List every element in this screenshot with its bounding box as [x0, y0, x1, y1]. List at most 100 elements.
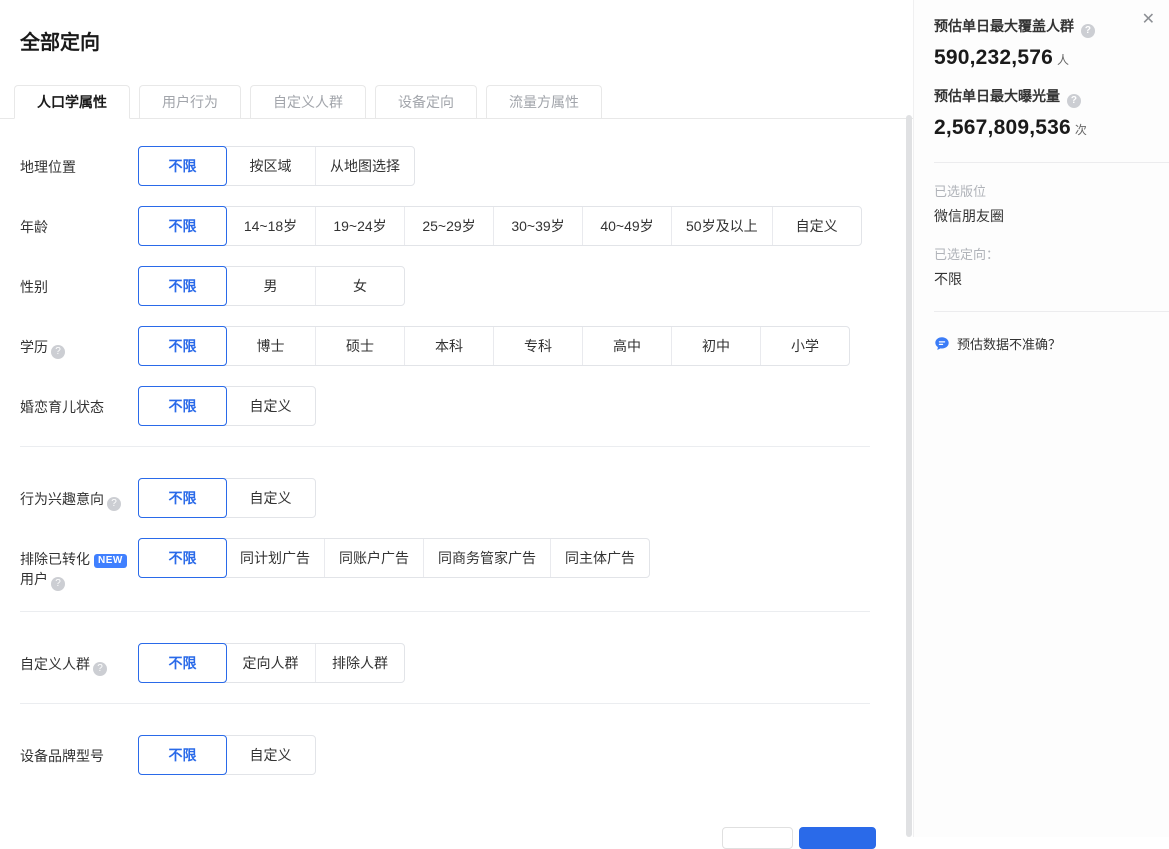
- option-group-age: 不限14~18岁19~24岁25~29岁30~39岁40~49岁50岁及以上自定…: [138, 206, 862, 246]
- option-exclude-converted-0[interactable]: 不限: [138, 538, 227, 578]
- option-custom-audience-0[interactable]: 不限: [138, 643, 227, 683]
- row-label-text-custom-audience: 自定义人群: [20, 656, 90, 672]
- option-education-1[interactable]: 博士: [226, 327, 315, 365]
- row-gender: 性别 不限男女: [20, 266, 913, 306]
- option-group-education: 不限博士硕士本科专科高中初中小学: [138, 326, 850, 366]
- option-education-2[interactable]: 硕士: [315, 327, 404, 365]
- option-behavior-interest-1[interactable]: 自定义: [226, 479, 315, 517]
- row-label-education: 学历?: [20, 326, 138, 366]
- option-geo-location-1[interactable]: 按区域: [226, 147, 315, 185]
- tab-demographics[interactable]: 人口学属性: [14, 85, 130, 119]
- option-gender-1[interactable]: 男: [226, 267, 315, 305]
- scrollbar-thumb[interactable]: [906, 115, 912, 837]
- targeting-form: 地理位置不限按区域从地图选择年龄不限14~18岁19~24岁25~29岁30~3…: [0, 119, 913, 775]
- footer-primary-button[interactable]: [799, 827, 876, 849]
- row-behavior-interest: 行为兴趣意向?不限自定义: [20, 478, 913, 518]
- selected-placement-label: 已选版位: [934, 183, 1149, 201]
- option-exclude-converted-4[interactable]: 同主体广告: [550, 539, 649, 577]
- option-group-behavior-interest: 不限自定义: [138, 478, 316, 518]
- sidebar-divider: [934, 311, 1169, 312]
- stat-value-0: 590,232,576人: [934, 46, 1149, 70]
- row-education: 学历?不限博士硕士本科专科高中初中小学: [20, 326, 913, 366]
- row-device-brand-model: 设备品牌型号 不限自定义: [20, 735, 913, 775]
- stat-1: 预估单日最大曝光量 ? 2,567,809,536次: [934, 86, 1149, 140]
- option-geo-location-2[interactable]: 从地图选择: [315, 147, 414, 185]
- option-education-0[interactable]: 不限: [138, 326, 227, 366]
- help-icon-education[interactable]: ?: [51, 345, 65, 359]
- row-label-text-exclude-converted: 排除已转化: [20, 551, 90, 567]
- option-gender-0[interactable]: 不限: [138, 266, 227, 306]
- stat-unit-1: 次: [1075, 123, 1087, 137]
- tab-device-targeting[interactable]: 设备定向: [375, 85, 477, 118]
- option-age-2[interactable]: 19~24岁: [315, 207, 404, 245]
- option-age-0[interactable]: 不限: [138, 206, 227, 246]
- option-education-7[interactable]: 小学: [760, 327, 849, 365]
- row-label-text-education: 学历: [20, 339, 48, 355]
- sidebar-divider: [934, 162, 1169, 163]
- option-age-3[interactable]: 25~29岁: [404, 207, 493, 245]
- option-education-6[interactable]: 初中: [671, 327, 760, 365]
- option-exclude-converted-1[interactable]: 同计划广告: [226, 539, 324, 577]
- tab-custom-audience[interactable]: 自定义人群: [250, 85, 366, 118]
- section-divider: [20, 446, 870, 447]
- footer-secondary-button[interactable]: [722, 827, 793, 849]
- option-exclude-converted-2[interactable]: 同账户广告: [324, 539, 423, 577]
- option-group-device-brand-model: 不限自定义: [138, 735, 316, 775]
- option-custom-audience-1[interactable]: 定向人群: [226, 644, 315, 682]
- section-divider: [20, 611, 870, 612]
- row-label-text2-exclude-converted: 用户: [20, 571, 48, 587]
- option-behavior-interest-0[interactable]: 不限: [138, 478, 227, 518]
- row-label-exclude-converted: 排除已转化NEW用户?: [20, 538, 138, 591]
- option-age-7[interactable]: 自定义: [772, 207, 861, 245]
- option-custom-audience-2[interactable]: 排除人群: [315, 644, 404, 682]
- option-age-6[interactable]: 50岁及以上: [671, 207, 772, 245]
- row-custom-audience: 自定义人群?不限定向人群排除人群: [20, 643, 913, 683]
- targeting-panel: 全部定向 人口学属性用户行为自定义人群设备定向流量方属性 地理位置不限按区域从地…: [0, 0, 913, 837]
- row-label-text-gender: 性别: [20, 279, 48, 295]
- option-marital-parenting-1[interactable]: 自定义: [226, 387, 315, 425]
- stat-label-0: 预估单日最大覆盖人群 ?: [934, 16, 1149, 38]
- option-age-4[interactable]: 30~39岁: [493, 207, 582, 245]
- stat-label-1: 预估单日最大曝光量 ?: [934, 86, 1149, 108]
- option-gender-2[interactable]: 女: [315, 267, 404, 305]
- row-geo-location: 地理位置不限按区域从地图选择: [20, 146, 913, 186]
- estimate-feedback-link[interactable]: 预估数据不准确？: [934, 334, 1149, 353]
- option-age-1[interactable]: 14~18岁: [226, 207, 315, 245]
- option-device-brand-model-1[interactable]: 自定义: [226, 736, 315, 774]
- row-label-marital-parenting: 婚恋育儿状态: [20, 386, 138, 426]
- row-label-custom-audience: 自定义人群?: [20, 643, 138, 683]
- option-education-5[interactable]: 高中: [582, 327, 671, 365]
- option-marital-parenting-0[interactable]: 不限: [138, 386, 227, 426]
- stat-0: 预估单日最大覆盖人群 ? 590,232,576人: [934, 16, 1149, 70]
- selected-targeting-value: 不限: [934, 269, 1149, 289]
- row-label-behavior-interest: 行为兴趣意向?: [20, 478, 138, 518]
- option-geo-location-0[interactable]: 不限: [138, 146, 227, 186]
- row-label-device-brand-model: 设备品牌型号: [20, 735, 138, 775]
- option-exclude-converted-3[interactable]: 同商务管家广告: [423, 539, 550, 577]
- tab-traffic-attributes[interactable]: 流量方属性: [486, 85, 602, 118]
- tab-user-behavior[interactable]: 用户行为: [139, 85, 241, 118]
- help-icon-stat-0[interactable]: ?: [1081, 24, 1095, 38]
- row-exclude-converted: 排除已转化NEW用户?不限同计划广告同账户广告同商务管家广告同主体广告: [20, 538, 913, 591]
- selected-placement-value: 微信朋友圈: [934, 206, 1149, 226]
- option-education-3[interactable]: 本科: [404, 327, 493, 365]
- estimate-sidebar: ✕ 预估单日最大覆盖人群 ? 590,232,576人预估单日最大曝光量 ? 2,5…: [913, 0, 1169, 837]
- feedback-text: 预估数据不准确？: [957, 334, 1061, 353]
- option-age-5[interactable]: 40~49岁: [582, 207, 671, 245]
- help-icon-behavior-interest[interactable]: ?: [107, 497, 121, 511]
- help-icon-stat-1[interactable]: ?: [1067, 94, 1081, 108]
- row-label-age: 年龄: [20, 206, 138, 246]
- help-icon-exclude-converted[interactable]: ?: [51, 577, 65, 591]
- help-icon-custom-audience[interactable]: ?: [93, 662, 107, 676]
- option-education-4[interactable]: 专科: [493, 327, 582, 365]
- stat-unit-0: 人: [1057, 53, 1069, 67]
- tab-bar: 人口学属性用户行为自定义人群设备定向流量方属性: [0, 85, 913, 119]
- option-group-gender: 不限男女: [138, 266, 405, 306]
- option-group-marital-parenting: 不限自定义: [138, 386, 316, 426]
- option-device-brand-model-0[interactable]: 不限: [138, 735, 227, 775]
- row-label-geo-location: 地理位置: [20, 146, 138, 186]
- close-icon[interactable]: ✕: [1142, 12, 1155, 28]
- stat-value-1: 2,567,809,536次: [934, 116, 1149, 140]
- row-age: 年龄不限14~18岁19~24岁25~29岁30~39岁40~49岁50岁及以上…: [20, 206, 913, 246]
- row-label-text-device-brand-model: 设备品牌型号: [20, 748, 104, 764]
